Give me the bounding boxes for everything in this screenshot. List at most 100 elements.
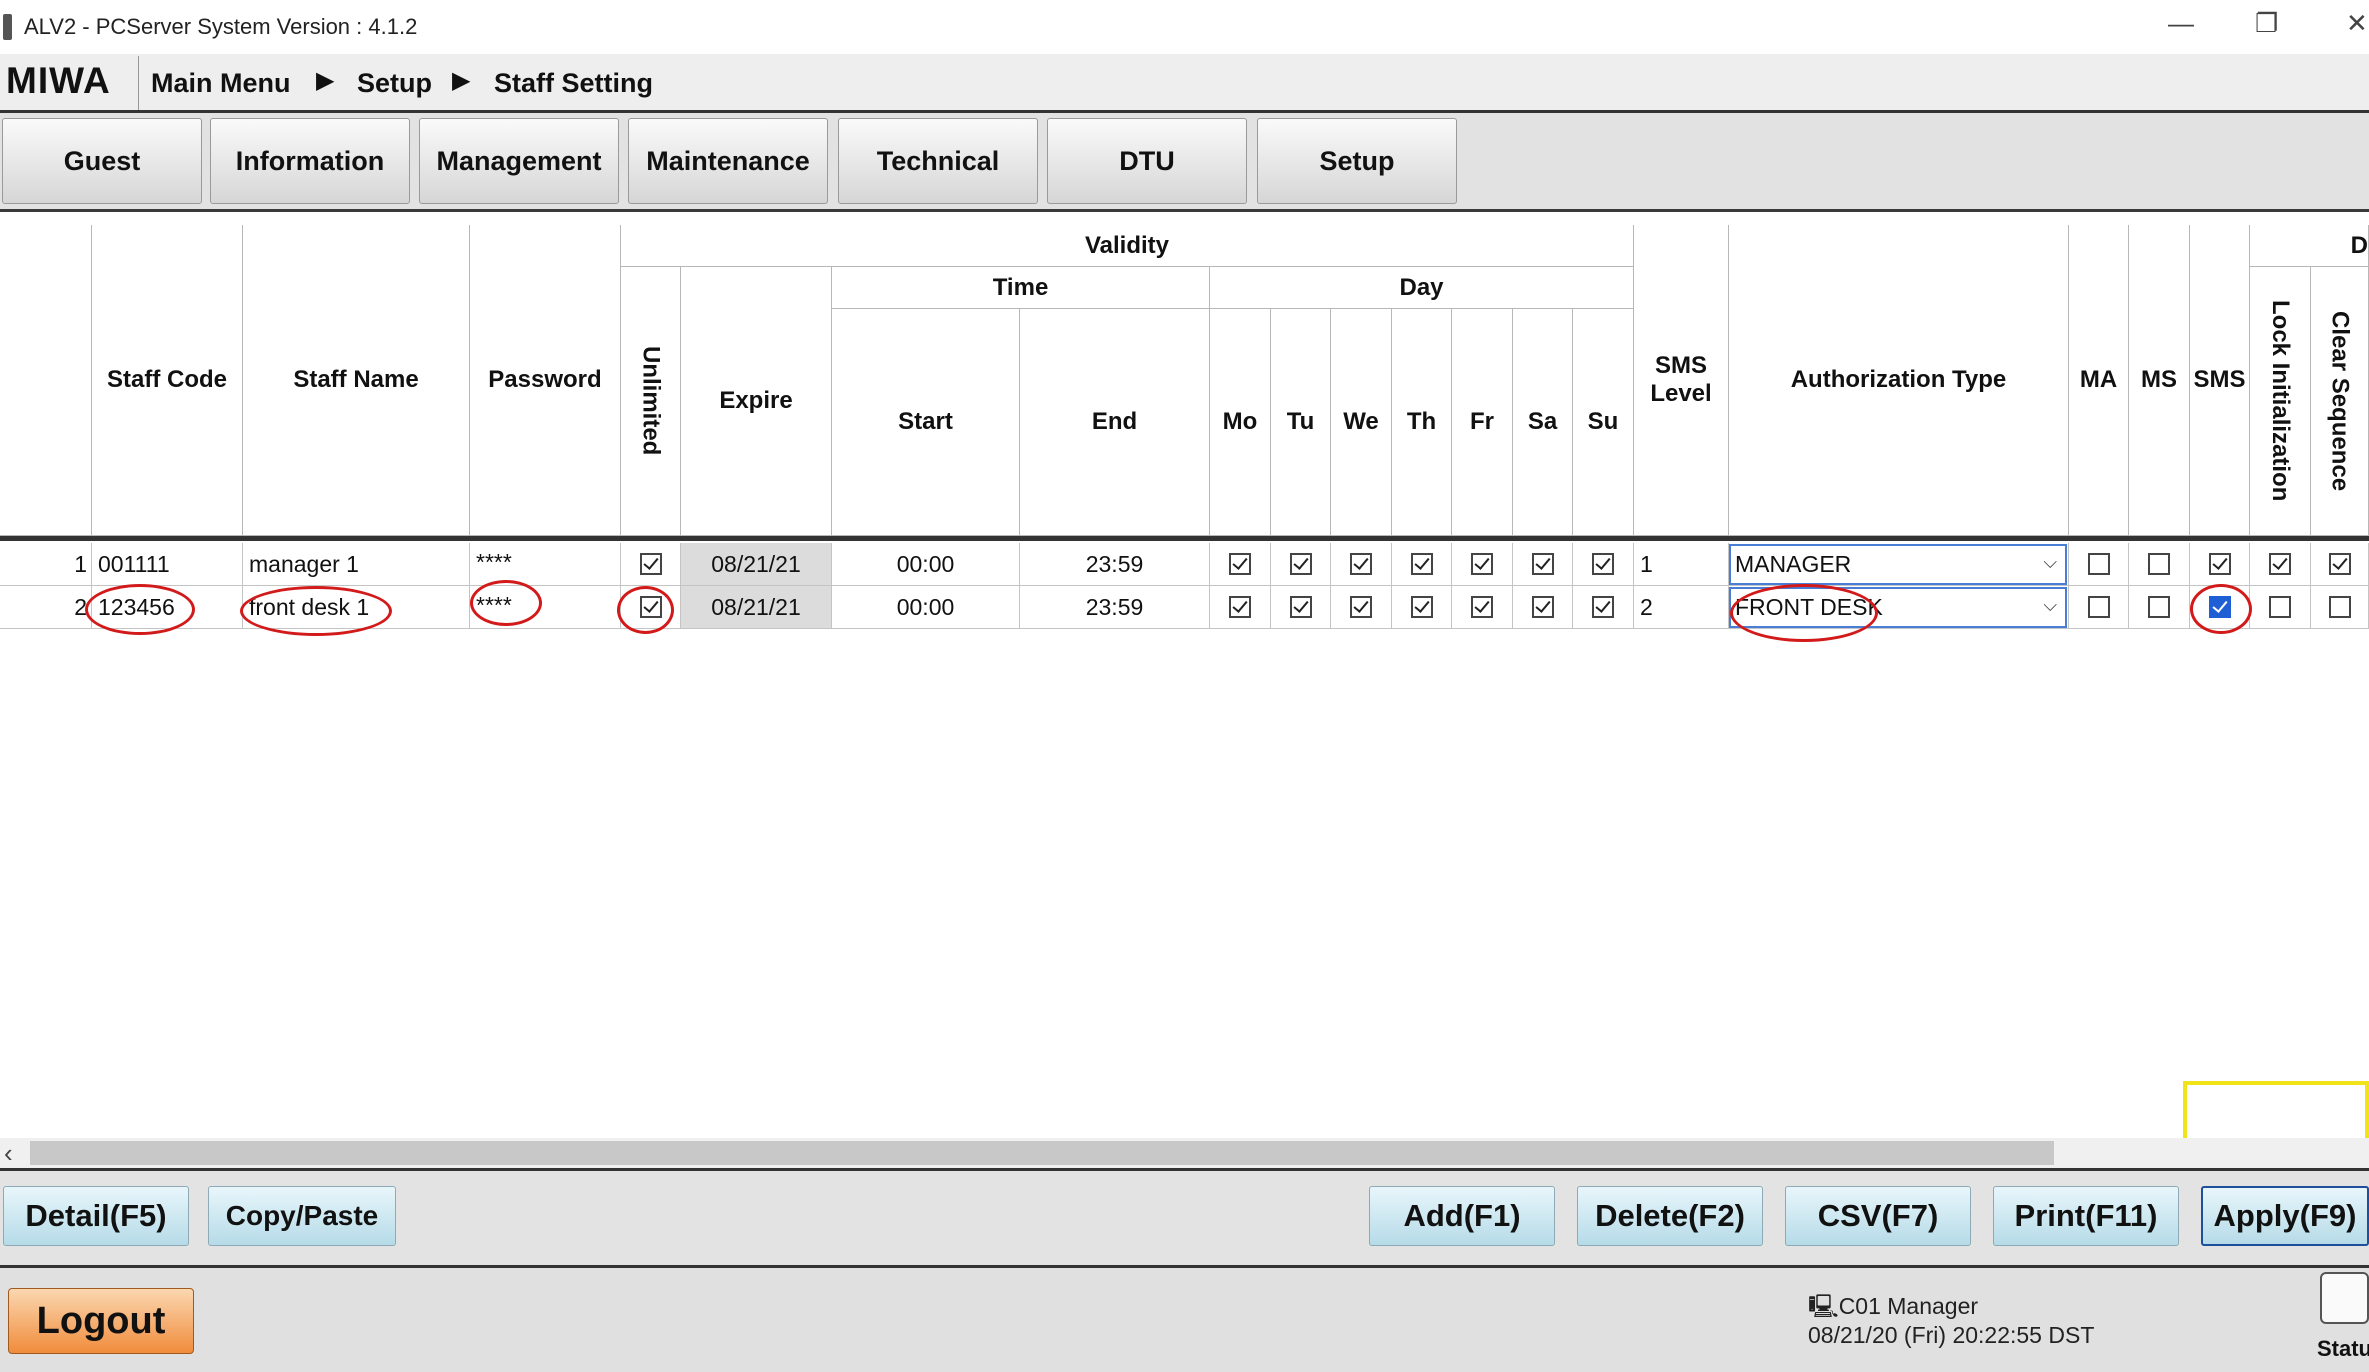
staff-code-cell[interactable]: 123456 [92,586,243,629]
print-button[interactable]: Print(F11) [1993,1186,2179,1246]
day-checkbox[interactable] [1350,596,1372,618]
day-checkbox[interactable] [1289,596,1312,618]
staff-name-cell[interactable]: manager 1 [243,543,470,586]
tab-dtu[interactable]: DTU [1047,118,1247,204]
start-time-cell[interactable]: 00:00 [832,543,1020,586]
start-time-cell[interactable]: 00:00 [832,586,1020,629]
day-header-th[interactable]: Th [1392,309,1452,536]
unlimited-checkbox[interactable] [639,553,662,575]
lock-init-checkbox[interactable] [2269,596,2291,618]
row-number-header [0,225,92,536]
scrollbar-thumb[interactable] [30,1141,2054,1165]
auth-type-value: FRONT DESK [1735,594,1883,620]
ms-checkbox[interactable] [2148,553,2170,575]
day-cell [1271,543,1331,586]
tab-setup[interactable]: Setup [1257,118,1457,204]
day-checkbox[interactable] [1471,596,1493,618]
scroll-left-icon[interactable]: ‹ [4,1138,13,1169]
end-header[interactable]: End [1020,309,1210,536]
unlimited-checkbox[interactable] [639,596,662,618]
day-cell [1573,543,1634,586]
staff-name-header[interactable]: Staff Name [243,225,470,536]
end-time-cell[interactable]: 23:59 [1020,543,1210,586]
sms-level-header[interactable]: SMS Level [1634,225,1729,536]
password-header[interactable]: Password [470,225,621,536]
close-icon[interactable]: ✕ [2346,8,2368,39]
day-checkbox[interactable] [1592,596,1614,618]
sms-level-cell[interactable]: 1 [1634,543,1729,586]
chevron-down-icon[interactable]: ⌵ [2043,552,2057,573]
day-checkbox[interactable] [1531,596,1554,618]
breadcrumb-setup[interactable]: Setup [357,68,432,99]
sms-header[interactable]: SMS [2190,225,2250,536]
delete-button[interactable]: Delete(F2) [1577,1186,1763,1246]
status-icon[interactable] [2320,1272,2369,1324]
tab-information[interactable]: Information [210,118,410,204]
minimize-icon[interactable]: — [2168,8,2194,39]
apply-button[interactable]: Apply(F9) [2201,1186,2369,1246]
day-header-tu[interactable]: Tu [1271,309,1331,536]
breadcrumb-main-menu[interactable]: Main Menu [151,68,291,99]
expire-cell[interactable]: 08/21/21 [681,543,832,586]
clear-seq-cell [2311,586,2369,629]
ma-header[interactable]: MA [2069,225,2129,536]
row-number: 1 [0,543,92,586]
ms-header[interactable]: MS [2129,225,2190,536]
tab-management[interactable]: Management [419,118,619,204]
unlimited-header[interactable]: Unlimited [621,267,681,536]
day-cell [1513,543,1573,586]
password-cell[interactable]: **** [470,543,621,586]
clear-seq-checkbox[interactable] [2328,553,2351,575]
copy-paste-button[interactable]: Copy/Paste [208,1186,396,1246]
day-checkbox[interactable] [1592,553,1614,575]
start-header[interactable]: Start [832,309,1020,536]
auth-type-header[interactable]: Authorization Type [1729,225,2069,536]
tab-guest[interactable]: Guest [2,118,202,204]
day-checkbox[interactable] [1229,553,1251,575]
clear-seq-checkbox[interactable] [2328,596,2351,618]
logout-button[interactable]: Logout [8,1288,194,1354]
day-checkbox[interactable] [1471,553,1493,575]
ma-checkbox[interactable] [2087,553,2110,575]
restore-icon[interactable]: ❐ [2255,8,2278,39]
day-checkbox[interactable] [1350,553,1372,575]
day-header-fr[interactable]: Fr [1452,309,1513,536]
day-header-mo[interactable]: Mo [1210,309,1271,536]
csv-button[interactable]: CSV(F7) [1785,1186,1971,1246]
day-header-sa[interactable]: Sa [1513,309,1573,536]
sms-checkbox[interactable] [2208,553,2231,575]
day-header-su[interactable]: Su [1573,309,1634,536]
day-checkbox[interactable] [1229,596,1251,618]
logo-divider [138,56,139,110]
staff-name-cell[interactable]: front desk 1 [243,586,470,629]
lock-init-checkbox[interactable] [2269,553,2291,575]
tab-maintenance[interactable]: Maintenance [628,118,828,204]
password-cell[interactable]: **** [470,586,621,629]
day-cell [1513,586,1573,629]
clear-seq-header[interactable]: Clear Sequence [2311,267,2369,536]
sms-level-cell[interactable]: 2 [1634,586,1729,629]
staff-code-header[interactable]: Staff Code [92,225,243,536]
sms-checkbox[interactable] [2208,596,2231,618]
tab-technical[interactable]: Technical [838,118,1038,204]
auth-type-select[interactable]: MANAGER ⌵ [1729,544,2067,585]
day-checkbox[interactable] [1289,553,1312,575]
staff-code-cell[interactable]: 001111 [92,543,243,586]
expire-cell[interactable]: 08/21/21 [681,586,832,629]
detail-button[interactable]: Detail(F5) [3,1186,189,1246]
day-checkbox[interactable] [1410,596,1433,618]
day-cell [1271,586,1331,629]
day-cell [1452,586,1513,629]
day-cell [1452,543,1513,586]
auth-type-select[interactable]: FRONT DESK ⌵ [1729,587,2067,628]
end-time-cell[interactable]: 23:59 [1020,586,1210,629]
ms-checkbox[interactable] [2148,596,2170,618]
day-checkbox[interactable] [1410,553,1433,575]
lock-init-header[interactable]: Lock Initialization [2250,267,2311,536]
add-button[interactable]: Add(F1) [1369,1186,1555,1246]
chevron-down-icon[interactable]: ⌵ [2043,595,2057,616]
ma-checkbox[interactable] [2087,596,2110,618]
expire-header[interactable]: Expire [681,267,832,536]
day-checkbox[interactable] [1531,553,1554,575]
day-header-we[interactable]: We [1331,309,1392,536]
